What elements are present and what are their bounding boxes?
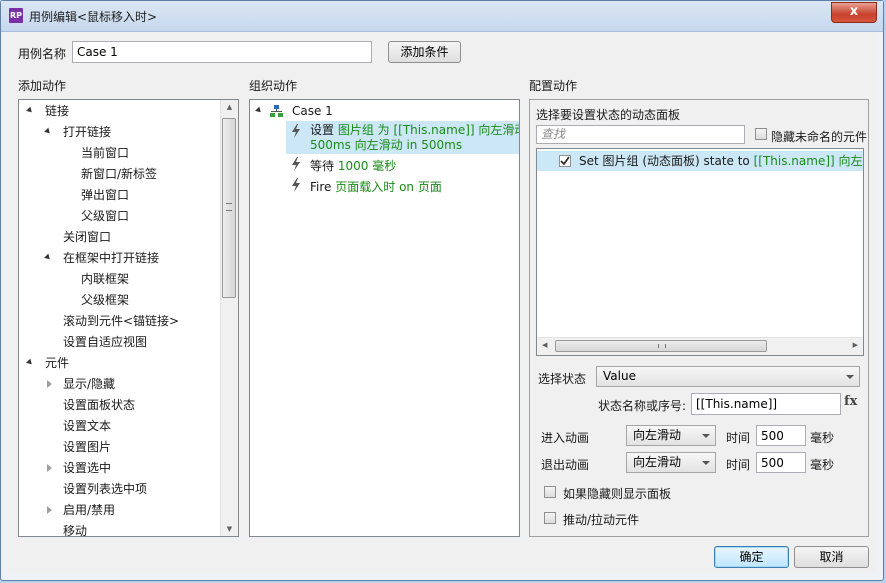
tree-item-new-window[interactable]: 新窗口/新标签 (81, 164, 157, 184)
case-tree-icon (270, 105, 283, 117)
tree-item-parent-window[interactable]: 父级窗口 (81, 206, 129, 226)
window-title: 用例编辑<鼠标移入时> (29, 10, 158, 24)
tree-item-move[interactable]: 移动 (63, 521, 87, 536)
collapse-icon[interactable] (47, 464, 52, 472)
lightning-icon (292, 157, 300, 171)
list-item-text: Set 图片组 (动态面板) state to (579, 154, 754, 168)
state-name-input[interactable]: [[This.name]] (691, 393, 841, 415)
state-name-label: 状态名称或序号: (598, 399, 687, 413)
select-state-dropdown[interactable]: Value (596, 366, 860, 387)
tree-item-scroll-to-widget[interactable]: 滚动到元件<锚链接> (63, 311, 179, 331)
panel-select-title: 选择要设置状态的动态面板 (536, 108, 681, 122)
tree-item-set-text[interactable]: 设置文本 (63, 416, 111, 436)
tree-item-close-window[interactable]: 关闭窗口 (63, 227, 111, 247)
case-name-label: 用例名称 (18, 47, 67, 61)
action-verb: 设置 (310, 123, 335, 137)
push-pull-label: 推动/拉动元件 (563, 513, 640, 527)
action-detail: 页面载入时 on 页面 (335, 180, 442, 194)
action-row-fire[interactable]: Fire 页面载入时 on 页面 (286, 176, 519, 196)
expand-icon[interactable] (26, 106, 34, 115)
chevron-down-icon (702, 434, 710, 438)
add-actions-heading: 添加动作 (18, 79, 67, 93)
list-hscrollbar[interactable]: ◀ ▶ (537, 337, 863, 355)
dynamic-panel-list: Set 图片组 (动态面板) state to [[This.name]] 向左… (536, 148, 864, 356)
show-if-hidden-label: 如果隐藏则显示面板 (563, 487, 672, 501)
scrollbar-thumb[interactable] (222, 118, 236, 298)
close-button[interactable]: x (831, 2, 877, 23)
enter-time-label: 时间 (726, 431, 751, 445)
tree-item-popup-window[interactable]: 弹出窗口 (81, 185, 129, 205)
expand-icon[interactable] (255, 106, 263, 115)
fx-icon[interactable]: fx (844, 394, 857, 409)
show-if-hidden-checkbox[interactable] (544, 486, 556, 498)
grip-icon (658, 344, 666, 348)
exit-ms-label: 毫秒 (810, 458, 835, 472)
scroll-up-icon[interactable]: ▲ (221, 103, 238, 111)
tree-item-set-adaptive-view[interactable]: 设置自适应视图 (63, 332, 147, 352)
add-actions-tree: 链接 打开链接 当前窗口 新窗口/新标签 弹出窗口 父级窗口 关闭窗口 在框架中… (18, 99, 239, 537)
scroll-right-icon[interactable]: ▶ (853, 341, 858, 349)
configure-actions-heading: 配置动作 (529, 79, 578, 93)
ok-button[interactable]: 确定 (714, 546, 789, 568)
lightning-icon (292, 178, 300, 192)
chevron-down-icon (846, 375, 854, 379)
expand-icon[interactable] (44, 253, 52, 262)
action-detail: 1000 毫秒 (337, 159, 397, 173)
tree-item-parent-frame[interactable]: 父级框架 (81, 290, 129, 310)
action-row-selected[interactable]: 设置 图片组 为 [[This.name]] 向左滑动 out 500ms 向左… (286, 121, 519, 154)
search-input[interactable]: 查找 (536, 125, 745, 144)
expand-icon[interactable] (26, 358, 34, 367)
tree-item-set-panel-state[interactable]: 设置面板状态 (63, 395, 135, 415)
chevron-down-icon (702, 461, 710, 465)
grip-icon (226, 203, 232, 211)
collapse-icon[interactable] (47, 380, 52, 388)
title-bar[interactable]: RP 用例编辑<鼠标移入时> x (1, 1, 883, 32)
select-state-label: 选择状态 (538, 372, 587, 386)
tree-item-inline-frame[interactable]: 内联框架 (81, 269, 129, 289)
collapse-icon[interactable] (47, 506, 52, 514)
panel-checkbox[interactable] (559, 155, 571, 167)
hide-unnamed-label: 隐藏未命名的元件 (771, 130, 868, 144)
dialog-window: RP 用例编辑<鼠标移入时> x 用例名称 Case 1 添加条件 添加动作 组… (0, 0, 884, 581)
tree-item-set-list-selection[interactable]: 设置列表选中项 (63, 479, 147, 499)
expand-icon[interactable] (44, 127, 52, 136)
organize-actions-panel: Case 1 设置 图片组 为 [[This.name]] 向左滑动 out 5… (249, 99, 520, 537)
action-verb: Fire (310, 180, 332, 194)
action-verb: 等待 (310, 159, 335, 173)
scroll-left-icon[interactable]: ◀ (542, 341, 547, 349)
exit-time-label: 时间 (726, 458, 751, 472)
checkmark-icon (560, 156, 570, 166)
dialog-content: 用例名称 Case 1 添加条件 添加动作 组织动作 配置动作 链接 打开链接 … (8, 32, 876, 573)
close-icon: x (849, 4, 859, 19)
hscrollbar-thumb[interactable] (555, 340, 767, 352)
enter-animation-dropdown[interactable]: 向左滑动 (626, 425, 716, 446)
organize-actions-heading: 组织动作 (249, 79, 298, 93)
list-item-value: [[This.name]] 向左滑动 out 5 (753, 154, 863, 168)
exit-time-input[interactable]: 500 (756, 452, 806, 473)
tree-item-set-image[interactable]: 设置图片 (63, 437, 111, 457)
action-row-wait[interactable]: 等待 1000 毫秒 (286, 155, 519, 175)
tree-scrollbar[interactable]: ▲ ▼ (220, 100, 238, 536)
add-condition-button[interactable]: 添加条件 (388, 41, 461, 63)
action-detail: 图片组 为 [[This.name]] 向左滑动 out (337, 123, 519, 137)
configure-actions-panel: 选择要设置状态的动态面板 查找 隐藏未命名的元件 Set 图片组 (动态面板) … (529, 99, 869, 537)
tree-item-current-window[interactable]: 当前窗口 (81, 143, 129, 163)
action-detail-cont: 500ms 向左滑动 in 500ms (310, 138, 463, 152)
hide-unnamed-checkbox[interactable] (755, 128, 767, 140)
enter-time-input[interactable]: 500 (756, 425, 806, 446)
lightning-icon (292, 124, 300, 138)
case-name-input[interactable]: Case 1 (72, 41, 372, 63)
app-icon: RP (9, 8, 23, 23)
exit-animation-dropdown[interactable]: 向左滑动 (626, 452, 716, 473)
scroll-down-icon[interactable]: ▼ (221, 525, 238, 533)
enter-ms-label: 毫秒 (810, 431, 835, 445)
cancel-button[interactable]: 取消 (794, 546, 869, 568)
enter-animation-label: 进入动画 (541, 431, 590, 445)
exit-animation-label: 退出动画 (541, 458, 590, 472)
push-pull-checkbox[interactable] (544, 512, 556, 524)
list-item[interactable]: Set 图片组 (动态面板) state to [[This.name]] 向左… (537, 151, 863, 171)
